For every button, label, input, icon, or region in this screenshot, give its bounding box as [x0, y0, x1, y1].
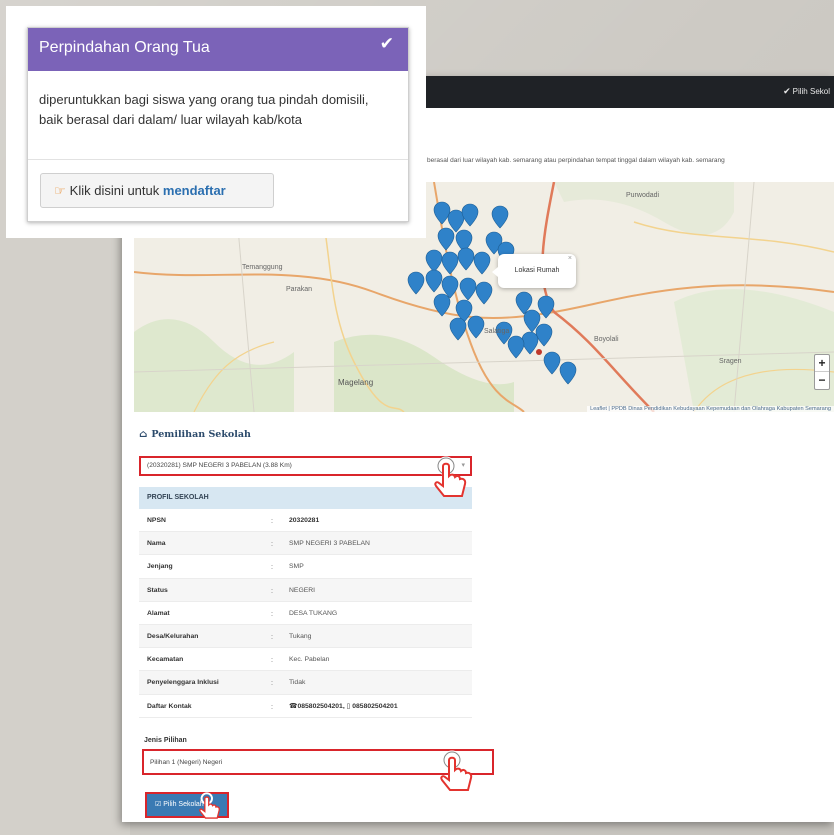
popup-close-icon[interactable]: × — [568, 242, 572, 276]
background-strip — [0, 160, 130, 835]
school-select[interactable]: (20320281) SMP NEGERI 3 PABELAN (3.88 Km… — [139, 456, 472, 476]
daftar-button[interactable]: ☞ Klik disini untuk mendaftar — [40, 173, 274, 208]
table-row: Jenjang : SMP — [139, 555, 472, 579]
pilih-sekolah-nav-link[interactable]: ✔ Pilih Sekol — [783, 86, 830, 97]
card-header: Perpindahan Orang Tua ✔ — [28, 28, 408, 71]
map-place-label: Purwodadi — [626, 192, 660, 199]
table-row: Alamat : DESA TUKANG — [139, 602, 472, 625]
profile-header: PROFIL SEKOLAH — [139, 487, 472, 509]
check-icon: ✔ — [379, 34, 394, 53]
table-row: Kecamatan : Kec. Pabelan — [139, 648, 472, 672]
intro-text: berasal dari luar wilayah kab. semarang … — [427, 157, 725, 164]
hand-point-right-icon: ☞ — [54, 183, 66, 198]
jenis-pilihan-value: Pilihan 1 (Negeri) Negeri — [150, 759, 223, 766]
home-location-popup: Lokasi Rumah × — [492, 254, 576, 288]
home-icon: ⌂ — [139, 429, 148, 440]
school-profile-table: PROFIL SEKOLAH NPSN : 20320281 Nama : SM… — [139, 487, 472, 718]
map-place-label: Parakan — [286, 286, 313, 293]
map-place-label: Sragen — [719, 358, 742, 365]
mendaftar-link[interactable]: mendaftar — [163, 183, 226, 198]
zoom-out-button[interactable]: − — [815, 372, 829, 389]
map-place-label: Salatiga — [484, 328, 510, 335]
card-title: Perpindahan Orang Tua — [39, 39, 210, 56]
card-description: diperuntukkan bagi siswa yang orang tua … — [39, 92, 369, 127]
table-row: Nama : SMP NEGERI 3 PABELAN — [139, 532, 472, 556]
map-place-label: Temanggung — [242, 264, 283, 271]
table-row: Daftar Kontak : ☎085802504201, ▯ 0858025… — [139, 695, 472, 718]
table-row: Desa/Kelurahan : Tukang — [139, 624, 472, 649]
jenis-pilihan-label: Jenis Pilihan — [144, 737, 187, 744]
hand-pointer-icon — [440, 750, 473, 791]
divider — [28, 159, 408, 160]
table-row: NPSN : 20320281 — [139, 509, 472, 533]
school-select-value: (20320281) SMP NEGERI 3 PABELAN (3.88 Km… — [147, 462, 292, 469]
map-place-label: Magelang — [338, 378, 374, 387]
hand-pointer-icon — [199, 792, 220, 819]
map-place-label: Boyolali — [594, 336, 619, 343]
check-square-icon: ☑ — [155, 801, 164, 808]
map-zoom-control: + − — [814, 354, 830, 390]
zoom-in-button[interactable]: + — [815, 355, 829, 372]
map-attribution[interactable]: Leaflet | PPDB Dinas Pendidikan Kebudaya… — [587, 406, 834, 412]
table-row: Penyelenggara Inklusi : Tidak — [139, 671, 472, 695]
section-title: ⌂ Pemilihan Sekolah — [139, 429, 251, 440]
check-icon: ✔ — [783, 86, 791, 96]
perpindahan-orang-tua-card: Perpindahan Orang Tua ✔ diperuntukkan ba… — [27, 27, 409, 222]
hand-pointer-icon — [434, 456, 467, 497]
table-row: Status : NEGERI — [139, 578, 472, 602]
